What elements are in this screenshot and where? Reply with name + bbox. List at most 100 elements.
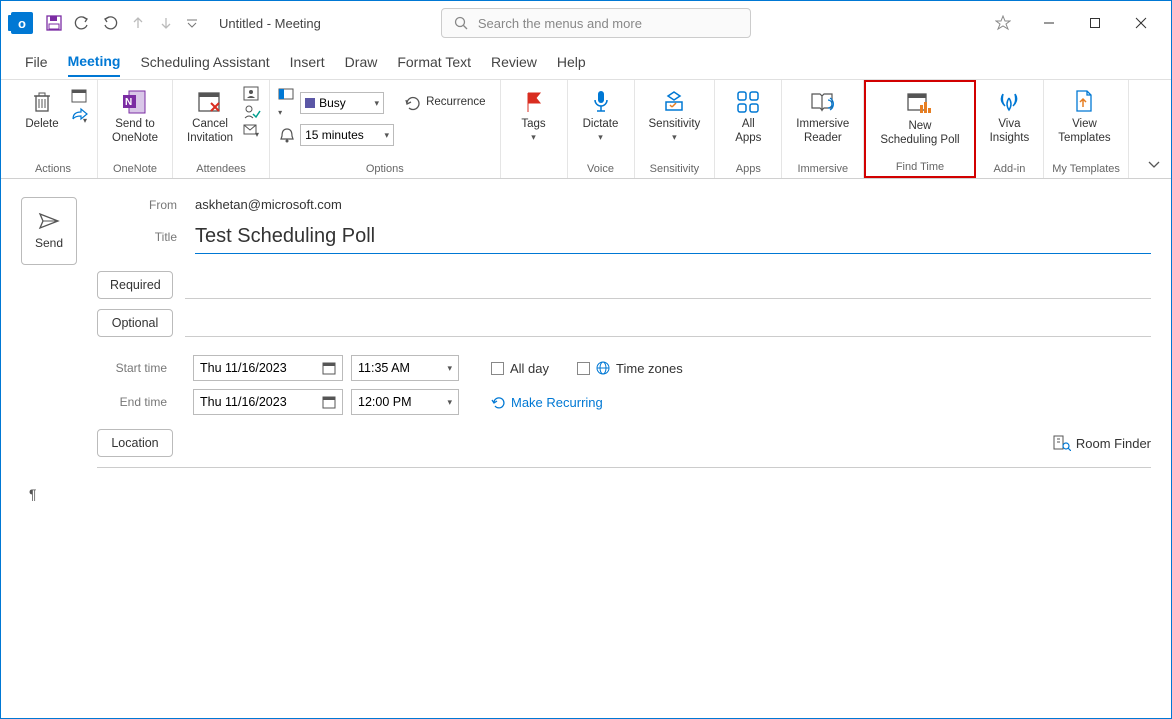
- check-names-button[interactable]: [243, 104, 261, 120]
- calendar-icon: [322, 395, 336, 409]
- calendar-small-icon[interactable]: [71, 88, 89, 104]
- cancel-calendar-icon: [196, 88, 224, 116]
- app-icon: o: [11, 12, 33, 34]
- send-label: Send: [35, 236, 63, 250]
- apps-icon: [734, 88, 762, 116]
- tags-button[interactable]: Tags ▾: [509, 84, 559, 147]
- reminder-value: 15 minutes: [305, 128, 380, 142]
- all-apps-button[interactable]: All Apps: [723, 84, 773, 150]
- room-finder-button[interactable]: Room Finder: [1053, 435, 1151, 451]
- dictate-button[interactable]: Dictate ▾: [576, 84, 626, 147]
- send-to-onenote-label: Send to OneNote: [112, 118, 158, 146]
- cancel-invitation-button[interactable]: Cancel Invitation: [181, 84, 239, 150]
- optional-input[interactable]: [185, 309, 1151, 337]
- flag-icon: [520, 88, 548, 116]
- required-button[interactable]: Required: [97, 271, 173, 299]
- start-time-picker[interactable]: 11:35 AM ▾: [351, 355, 459, 381]
- recurrence-button[interactable]: Recurrence: [398, 92, 491, 114]
- optional-button[interactable]: Optional: [97, 309, 173, 337]
- templates-icon: [1070, 88, 1098, 116]
- all-day-checkbox[interactable]: [491, 362, 504, 375]
- minimize-button[interactable]: [1029, 8, 1069, 38]
- tags-label: Tags: [521, 118, 545, 132]
- sensitivity-button[interactable]: Sensitivity ▾: [643, 84, 707, 147]
- end-date-picker[interactable]: Thu 11/16/2023: [193, 389, 343, 415]
- group-apps-label: Apps: [723, 161, 773, 178]
- start-date-picker[interactable]: Thu 11/16/2023: [193, 355, 343, 381]
- forward-small-icon[interactable]: ▾: [71, 107, 89, 123]
- tab-file[interactable]: File: [25, 48, 48, 76]
- end-time-label: End time: [97, 395, 185, 409]
- location-input[interactable]: [185, 429, 1041, 457]
- recurrence-icon: [491, 395, 506, 410]
- undo-button[interactable]: [71, 12, 93, 34]
- show-as-dropdown[interactable]: Busy ▾: [300, 92, 384, 114]
- new-scheduling-poll-label: New Scheduling Poll: [880, 120, 959, 148]
- viva-insights-button[interactable]: Viva Insights: [984, 84, 1036, 150]
- tab-review[interactable]: Review: [491, 48, 537, 76]
- group-immersive-label: Immersive: [790, 161, 855, 178]
- group-templates-label: My Templates: [1052, 161, 1120, 178]
- new-scheduling-poll-button[interactable]: New Scheduling Poll: [874, 86, 965, 152]
- svg-text:▾: ▾: [255, 130, 259, 138]
- make-recurring-link[interactable]: Make Recurring: [491, 395, 603, 410]
- maximize-button[interactable]: [1075, 8, 1115, 38]
- show-as-icon[interactable]: ▾: [278, 86, 296, 120]
- dictate-label: Dictate: [583, 118, 619, 132]
- search-icon: [454, 16, 468, 30]
- cancel-invitation-label: Cancel Invitation: [187, 118, 233, 146]
- close-button[interactable]: [1121, 8, 1161, 38]
- next-item-button: [155, 12, 177, 34]
- response-options-button[interactable]: ▾: [243, 122, 261, 138]
- tab-draw[interactable]: Draw: [345, 48, 378, 76]
- search-input[interactable]: Search the menus and more: [441, 8, 751, 38]
- message-body[interactable]: ¶: [21, 476, 1151, 512]
- send-to-onenote-button[interactable]: N Send to OneNote: [106, 84, 164, 150]
- reminder-dropdown[interactable]: 15 minutes ▾: [300, 124, 394, 146]
- end-time-picker[interactable]: 12:00 PM ▾: [351, 389, 459, 415]
- required-input[interactable]: [185, 271, 1151, 299]
- coming-soon-button[interactable]: [983, 8, 1023, 38]
- from-value: askhetan@microsoft.com: [195, 197, 342, 212]
- microphone-icon: [587, 88, 615, 116]
- scheduling-poll-icon: [906, 90, 934, 118]
- time-zones-label: Time zones: [616, 361, 683, 376]
- group-addin-label: Add-in: [984, 161, 1036, 178]
- send-button[interactable]: Send: [21, 197, 77, 265]
- sensitivity-icon: [660, 88, 688, 116]
- tab-insert[interactable]: Insert: [290, 48, 325, 76]
- calendar-icon: [322, 361, 336, 375]
- end-time-value: 12:00 PM: [358, 395, 412, 409]
- tab-format-text[interactable]: Format Text: [397, 48, 471, 76]
- viva-icon: [995, 88, 1023, 116]
- location-button[interactable]: Location: [97, 429, 173, 457]
- redo-button[interactable]: [99, 12, 121, 34]
- start-time-value: 11:35 AM: [358, 361, 410, 375]
- delete-button[interactable]: Delete: [17, 84, 67, 136]
- group-onenote-label: OneNote: [106, 161, 164, 178]
- group-sensitivity-label: Sensitivity: [643, 161, 707, 178]
- tab-help[interactable]: Help: [557, 48, 586, 76]
- recurrence-icon: [404, 94, 422, 112]
- address-book-button[interactable]: [243, 86, 261, 102]
- group-find-time-label: Find Time: [874, 159, 965, 176]
- show-as-value: Busy: [319, 96, 370, 110]
- save-button[interactable]: [43, 12, 65, 34]
- ribbon: Delete ▾ Actions N Send to OneNote OneNo…: [1, 79, 1171, 179]
- group-options-label: Options: [278, 161, 491, 178]
- tab-scheduling-assistant[interactable]: Scheduling Assistant: [140, 48, 269, 76]
- tab-meeting[interactable]: Meeting: [68, 47, 121, 77]
- room-finder-icon: [1053, 435, 1071, 451]
- view-templates-button[interactable]: View Templates: [1052, 84, 1116, 150]
- group-tags-label: [509, 161, 559, 178]
- book-speaker-icon: [809, 88, 837, 116]
- title-input[interactable]: [195, 220, 1151, 254]
- qat-customize-button[interactable]: [183, 12, 201, 34]
- group-voice-label: Voice: [576, 161, 626, 178]
- time-zones-checkbox[interactable]: [577, 362, 590, 375]
- ribbon-collapse-button[interactable]: [1147, 160, 1161, 170]
- delete-label: Delete: [25, 118, 58, 132]
- make-recurring-label: Make Recurring: [511, 395, 603, 410]
- compose-area: Send From askhetan@microsoft.com Title R…: [1, 179, 1171, 530]
- immersive-reader-button[interactable]: Immersive Reader: [790, 84, 855, 150]
